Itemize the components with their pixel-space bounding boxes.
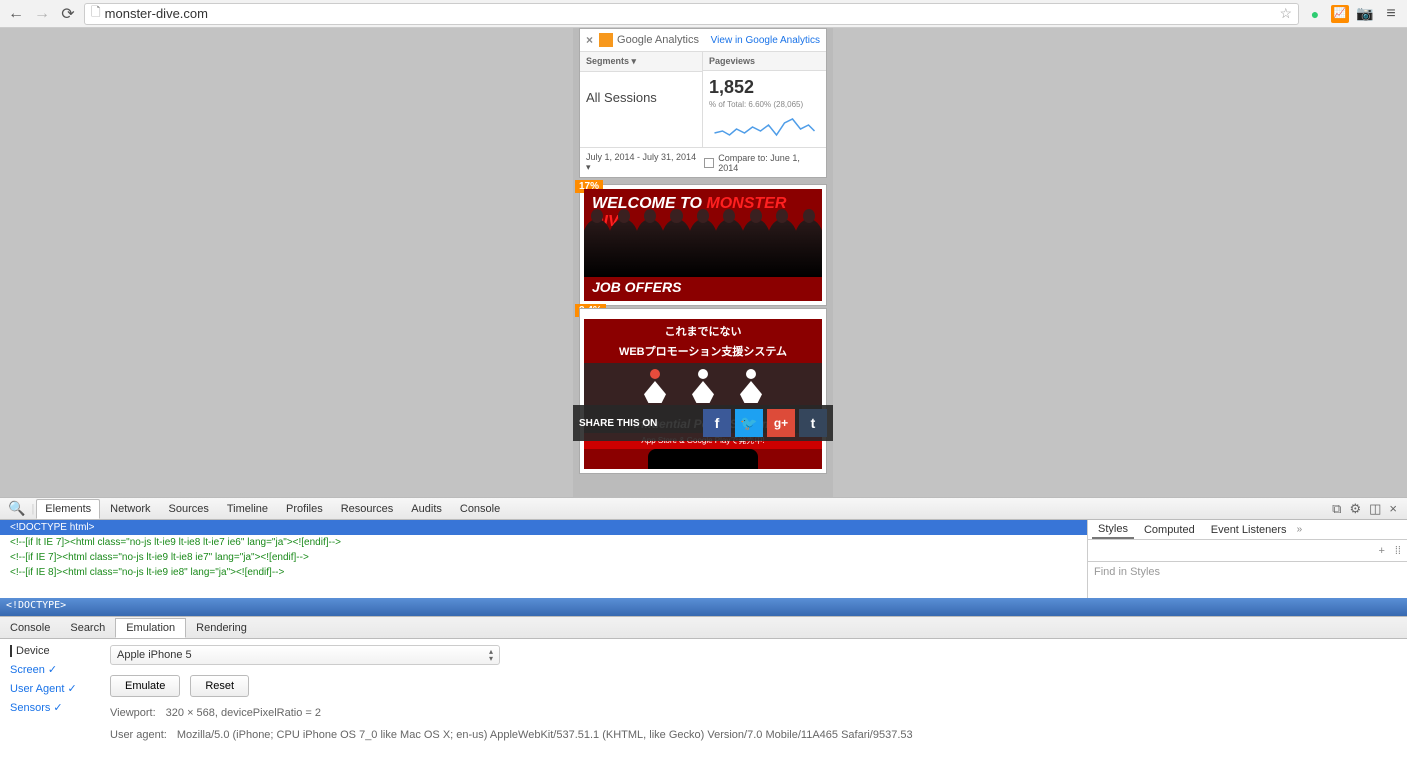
styles-pane: Styles Computed Event Listeners » + ⁞⁞ F… — [1087, 520, 1407, 598]
banner2-line2: WEBプロモーション支援システム — [584, 343, 822, 359]
people-photo — [584, 219, 822, 277]
emulate-button[interactable]: Emulate — [110, 675, 180, 697]
chevron-down-icon: ▾ — [632, 56, 637, 66]
ga-brand: Google Analytics — [617, 34, 699, 46]
pageviews-subtext: % of Total: 6.60% (28,065) — [709, 100, 820, 109]
segments-header[interactable]: Segments ▾ — [580, 52, 702, 72]
back-button[interactable]: ← — [6, 4, 26, 24]
device-frame: × Google Analytics View in Google Analyt… — [573, 28, 833, 497]
compare-checkbox[interactable] — [704, 158, 714, 168]
extension-icon[interactable]: 📷 — [1355, 4, 1375, 24]
date-range[interactable]: July 1, 2014 - July 31, 2014 ▾ — [586, 152, 700, 173]
tumblr-icon[interactable]: t — [799, 409, 827, 437]
page-content: × Google Analytics View in Google Analyt… — [579, 28, 827, 178]
emu-nav-sensors[interactable]: Sensors ✓ — [10, 701, 110, 714]
ga-metrics-row: Segments ▾ All Sessions Pageviews 1,852 … — [580, 52, 826, 147]
viewport-label: Viewport: — [110, 707, 156, 719]
emu-nav-useragent[interactable]: User Agent ✓ — [10, 682, 110, 695]
ga-view-link[interactable]: View in Google Analytics — [711, 35, 820, 46]
banner2-line1: これまでにない — [584, 319, 822, 343]
facebook-icon[interactable]: f — [703, 409, 731, 437]
useragent-label: User agent: — [110, 729, 167, 741]
ga-date-row: July 1, 2014 - July 31, 2014 ▾ Compare t… — [580, 147, 826, 177]
menu-button[interactable]: ≡ — [1381, 4, 1401, 24]
drawer-tab-search[interactable]: Search — [60, 619, 115, 637]
tab-timeline[interactable]: Timeline — [219, 500, 276, 518]
tab-console[interactable]: Console — [452, 500, 508, 518]
chevron-down-icon: ▾ — [586, 162, 591, 172]
extension-icon[interactable]: 📈 — [1331, 5, 1349, 23]
tab-network[interactable]: Network — [102, 500, 158, 518]
drawer-tab-emulation[interactable]: Emulation — [115, 618, 186, 638]
url-text: monster-dive.com — [105, 6, 208, 21]
elements-tree[interactable]: <!DOCTYPE html> <!--[if lt IE 7]><html c… — [0, 520, 1087, 598]
drawer-toggle-icon[interactable]: ⧉ — [1332, 501, 1341, 517]
toggle-state-icon[interactable]: ⁞⁞ — [1395, 545, 1401, 557]
extension-icon[interactable]: ● — [1305, 4, 1325, 24]
figures-icon — [584, 363, 822, 409]
drawer-tab-console[interactable]: Console — [0, 619, 60, 637]
styles-tab-listeners[interactable]: Event Listeners — [1205, 522, 1293, 538]
reset-button[interactable]: Reset — [190, 675, 249, 697]
code-line[interactable]: <!--[if IE 7]><html class="no-js lt-ie9 … — [0, 550, 1087, 565]
more-tabs-icon[interactable]: » — [1297, 524, 1303, 535]
viewport: × Google Analytics View in Google Analyt… — [0, 28, 1407, 497]
styles-tab-computed[interactable]: Computed — [1138, 522, 1201, 538]
phone-mockup — [648, 449, 758, 469]
device-select[interactable]: Apple iPhone 5 ▴▾ — [110, 645, 500, 665]
tab-resources[interactable]: Resources — [333, 500, 402, 518]
inspect-icon[interactable]: 🔍 — [4, 500, 29, 517]
banner-promo[interactable]: これまでにない WEBプロモーション支援システム Influential Pow… — [584, 319, 822, 469]
close-devtools-icon[interactable]: × — [1389, 501, 1397, 517]
code-line[interactable]: <!DOCTYPE html> — [0, 520, 1087, 535]
settings-gear-icon[interactable]: ⚙ — [1349, 501, 1361, 517]
drawer-tab-rendering[interactable]: Rendering — [186, 619, 257, 637]
reload-button[interactable]: ⟳ — [58, 4, 78, 24]
ga-logo-icon — [599, 33, 613, 47]
twitter-icon[interactable]: 🐦 — [735, 409, 763, 437]
tab-audits[interactable]: Audits — [403, 500, 450, 518]
emu-nav-screen[interactable]: Screen ✓ — [10, 663, 110, 676]
page-icon: 🗋 — [91, 3, 101, 24]
devtools-drawer: Console Search Emulation Rendering Devic… — [0, 616, 1407, 779]
emulation-panel: Device Screen ✓ User Agent ✓ Sensors ✓ A… — [0, 639, 1407, 779]
googleplus-icon[interactable]: g+ — [767, 409, 795, 437]
devtools-tabs: 🔍 | Elements Network Sources Timeline Pr… — [0, 498, 1407, 520]
forward-button[interactable]: → — [32, 4, 52, 24]
styles-tab-styles[interactable]: Styles — [1092, 521, 1134, 539]
tab-elements[interactable]: Elements — [36, 499, 100, 519]
viewport-value: 320 × 568, devicePixelRatio = 2 — [166, 707, 321, 719]
segment-value: All Sessions — [580, 72, 702, 123]
breadcrumb[interactable]: <!DOCTYPE> — [0, 598, 1407, 616]
browser-toolbar: ← → ⟳ 🗋 monster-dive.com ☆ ● 📈 📷 ≡ — [0, 0, 1407, 28]
banner-welcome[interactable]: WELCOME TO MONSTER DIVE JOB OFFERS — [584, 189, 822, 301]
devtools: 🔍 | Elements Network Sources Timeline Pr… — [0, 497, 1407, 779]
tab-profiles[interactable]: Profiles — [278, 500, 331, 518]
sparkline — [709, 113, 820, 141]
tab-sources[interactable]: Sources — [161, 500, 217, 518]
pageviews-value: 1,852 — [709, 77, 820, 98]
dock-icon[interactable]: ◫ — [1369, 501, 1381, 517]
emu-nav-device[interactable]: Device — [10, 645, 110, 657]
select-arrows-icon: ▴▾ — [489, 648, 493, 662]
address-bar[interactable]: 🗋 monster-dive.com ☆ — [84, 3, 1299, 25]
close-icon[interactable]: × — [586, 33, 593, 47]
bookmark-star-icon[interactable]: ☆ — [1279, 5, 1292, 22]
useragent-value: Mozilla/5.0 (iPhone; CPU iPhone OS 7_0 l… — [177, 729, 913, 741]
pageviews-header: Pageviews — [703, 52, 826, 71]
ga-header: × Google Analytics View in Google Analyt… — [580, 29, 826, 52]
banner-subtitle: JOB OFFERS — [592, 279, 681, 295]
code-line[interactable]: <!--[if lt IE 7]><html class="no-js lt-i… — [0, 535, 1087, 550]
compare-label: Compare to: June 1, 2014 — [718, 153, 820, 173]
share-label: SHARE THIS ON — [579, 418, 657, 429]
find-in-styles[interactable]: Find in Styles — [1088, 562, 1407, 582]
code-line[interactable]: <!--[if IE 8]><html class="no-js lt-ie9 … — [0, 565, 1087, 580]
share-bar: SHARE THIS ON f 🐦 g+ t — [573, 405, 833, 441]
new-rule-icon[interactable]: + — [1378, 545, 1384, 557]
